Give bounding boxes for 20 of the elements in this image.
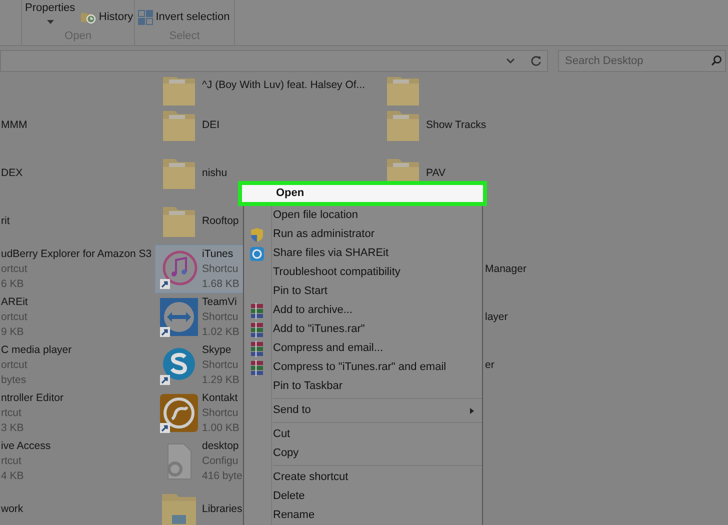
file-detail: Shortcu <box>202 262 240 276</box>
file-detail: 4 KB <box>1 468 25 484</box>
file-detail: Shortcu <box>202 358 240 372</box>
file-detail: rtcut <box>1 454 22 468</box>
file-detail: Shortcu <box>202 406 240 420</box>
file-detail: rtcut <box>1 406 22 420</box>
file-detail: Shortcu <box>202 310 240 324</box>
file-detail: 6 KB <box>1 276 25 292</box>
file-detail: 416 byte <box>202 468 242 484</box>
file-detail: 1.68 KB <box>202 276 240 292</box>
file-detail: ortcut <box>1 262 28 276</box>
file-detail: ortcut <box>1 310 28 324</box>
file-detail: bytes <box>1 372 28 388</box>
file-detail: 1.00 KB <box>202 420 240 436</box>
file-detail: Configu <box>202 454 240 468</box>
file-detail: 1.02 KB <box>202 324 240 340</box>
file-detail: ortcut <box>1 358 28 372</box>
file-detail: 3 KB <box>1 420 25 436</box>
file-detail: 1.29 KB <box>202 372 240 388</box>
file-detail: 9 KB <box>1 324 25 340</box>
